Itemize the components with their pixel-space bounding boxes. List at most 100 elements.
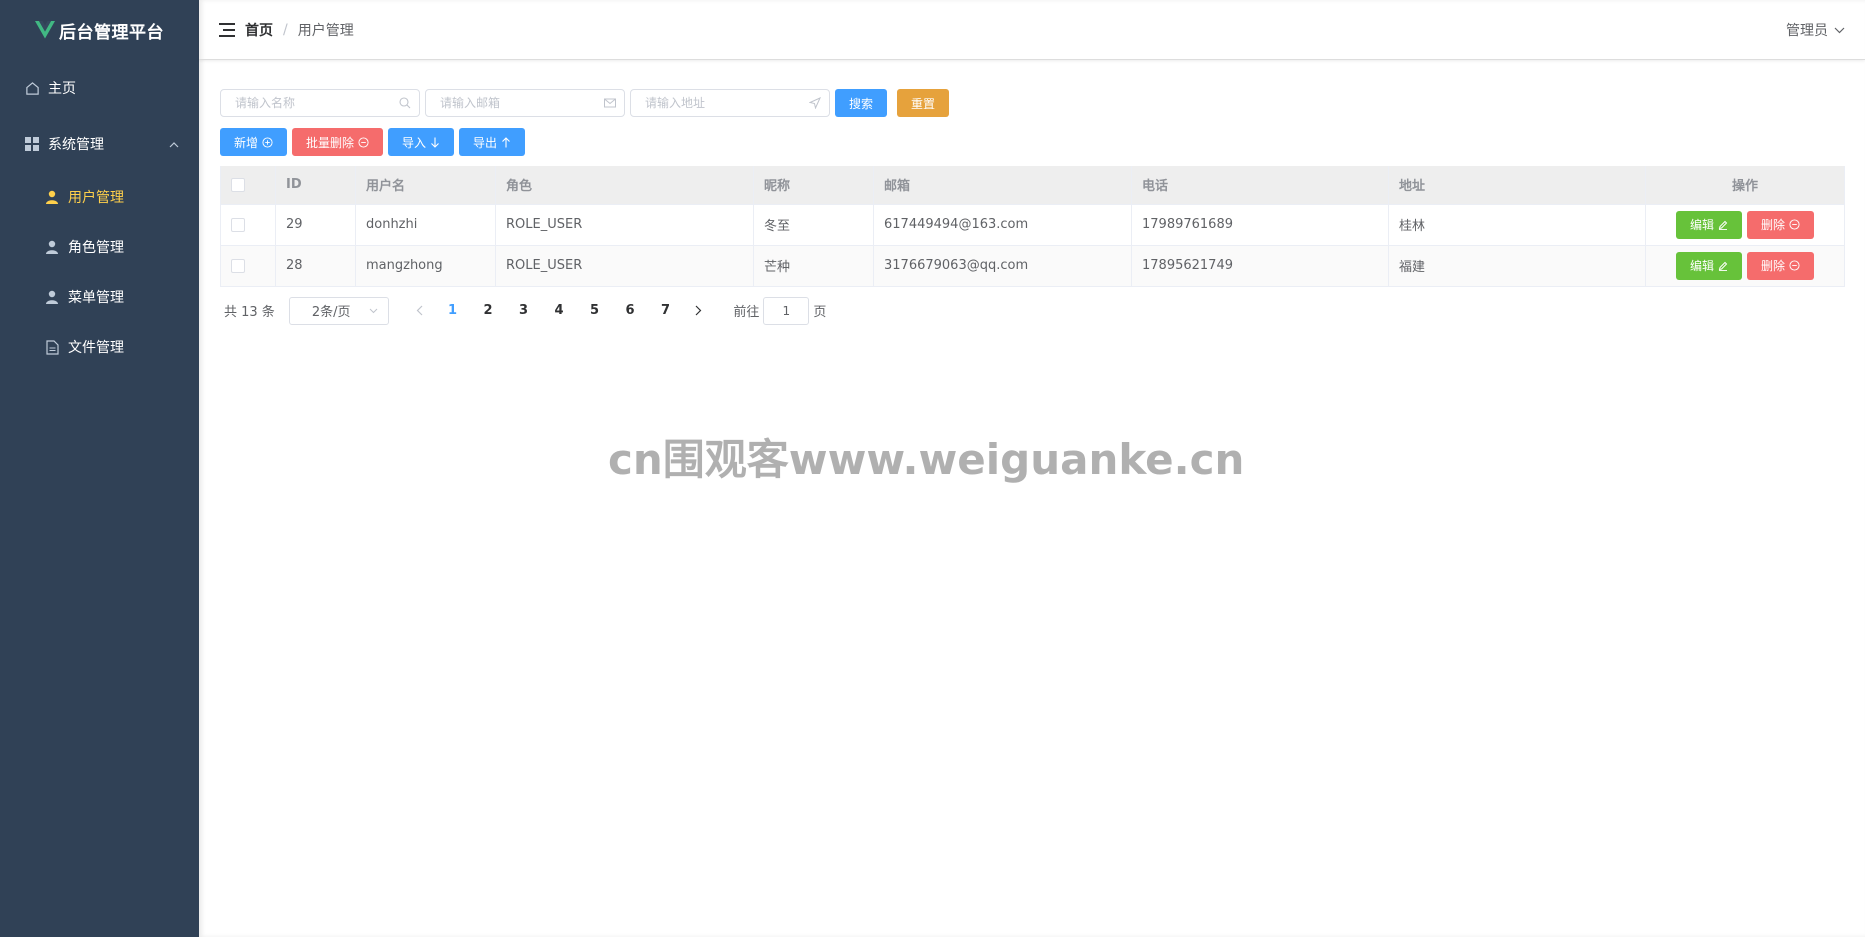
import-button[interactable]: 导入 xyxy=(388,128,455,156)
sidebar-item-home[interactable]: 主页 xyxy=(0,60,199,116)
cell-role: ROLE_USER xyxy=(495,245,754,287)
breadcrumb: 首页 / 用户管理 xyxy=(245,20,354,40)
sidebar-item-files-label: 文件管理 xyxy=(68,340,124,356)
page-number[interactable]: 3 xyxy=(506,297,542,325)
delete-button-label: 删除 xyxy=(1761,259,1786,273)
name-search-field xyxy=(220,89,420,117)
watermark: cn围观客www.weiguanke.cn xyxy=(608,435,1245,484)
user-icon xyxy=(44,289,60,305)
address-search-input[interactable] xyxy=(631,90,829,116)
edit-button-label: 编辑 xyxy=(1689,218,1714,232)
breadcrumb-current: 用户管理 xyxy=(297,22,354,39)
sidebar-item-roles-label: 角色管理 xyxy=(68,240,124,256)
cell-email: 617449494@163.com xyxy=(873,204,1132,246)
sidebar: 后台管理平台 主页 系统管理 用户管理 角色管理 菜单管理 文件管理 xyxy=(0,0,199,937)
sidebar-submenu-system[interactable]: 系统管理 xyxy=(0,116,199,172)
address-search-field xyxy=(630,89,830,117)
edit-button-label: 编辑 xyxy=(1689,259,1714,273)
sidebar-item-users[interactable]: 用户管理 xyxy=(0,172,199,222)
cell-username: mangzhong xyxy=(355,245,496,287)
export-button-label: 导出 xyxy=(473,135,498,150)
content: 搜索 重置 新增 批量删除 导入 导出 xyxy=(199,60,1865,325)
page-jump-input[interactable] xyxy=(763,296,810,325)
chevron-up-icon xyxy=(169,136,179,152)
arrow-up-icon xyxy=(502,136,510,147)
page-size-value: 2条/页 xyxy=(311,305,351,320)
page-number[interactable]: 7 xyxy=(648,297,684,325)
page-number[interactable]: 1 xyxy=(435,297,471,325)
chevron-left-icon xyxy=(416,305,423,316)
breadcrumb-separator: / xyxy=(283,21,288,38)
circle-minus-icon xyxy=(1789,219,1800,230)
column-header: 用户名 xyxy=(355,166,496,205)
logo: 后台管理平台 xyxy=(0,0,199,60)
vue-logo-icon xyxy=(35,21,55,39)
edit-button[interactable]: 编辑 xyxy=(1675,251,1742,280)
delete-button[interactable]: 删除 xyxy=(1747,251,1815,280)
user-dropdown[interactable]: 管理员 xyxy=(1786,20,1845,40)
page-number[interactable]: 4 xyxy=(541,297,577,325)
cell-address: 福建 xyxy=(1388,245,1646,287)
row-checkbox[interactable] xyxy=(231,217,245,232)
user-name: 管理员 xyxy=(1786,22,1828,39)
column-header: 角色 xyxy=(495,166,754,205)
cell-id: 29 xyxy=(275,204,356,246)
sidebar-item-users-label: 用户管理 xyxy=(68,190,124,206)
cell-role: ROLE_USER xyxy=(495,204,754,246)
breadcrumb-home[interactable]: 首页 xyxy=(245,20,273,40)
row-checkbox[interactable] xyxy=(231,258,245,273)
edit-button[interactable]: 编辑 xyxy=(1675,210,1742,239)
select-all-cell xyxy=(220,166,276,205)
top-header: 首页 / 用户管理 管理员 xyxy=(199,0,1865,60)
export-button[interactable]: 导出 xyxy=(459,128,526,156)
chevron-down-icon xyxy=(1834,22,1845,38)
user-icon xyxy=(44,239,60,255)
chevron-down-icon xyxy=(369,303,378,318)
jumper-suffix: 页 xyxy=(813,305,827,320)
cell-address: 桂林 xyxy=(1388,204,1646,246)
select-all-checkbox[interactable] xyxy=(231,177,245,192)
sidebar-item-home-label: 主页 xyxy=(48,81,76,97)
position-icon xyxy=(808,97,821,110)
cell-phone: 17989761689 xyxy=(1131,204,1389,246)
cell-username: donhzhi xyxy=(355,204,496,246)
document-icon xyxy=(44,339,60,355)
search-bar: 搜索 重置 xyxy=(220,88,1845,118)
grid-icon xyxy=(24,136,40,152)
edit-pencil-icon xyxy=(1718,220,1728,230)
search-button[interactable]: 搜索 xyxy=(835,89,888,117)
email-search-field xyxy=(425,89,625,117)
circle-minus-icon xyxy=(358,136,369,148)
sidebar-item-menus-label: 菜单管理 xyxy=(68,290,124,306)
action-toolbar: 新增 批量删除 导入 导出 xyxy=(220,128,1845,156)
batch-delete-button-label: 批量删除 xyxy=(306,135,355,150)
cell-email: 3176679063@qq.com xyxy=(873,245,1132,287)
page-size-select[interactable]: 2条/页 xyxy=(288,296,389,325)
user-table: ID 用户名 角色 昵称 邮箱 电话 地址 操作 29 donhzhi ROLE… xyxy=(220,166,1845,287)
prev-page-button[interactable] xyxy=(405,297,435,325)
page-number[interactable]: 5 xyxy=(577,297,613,325)
next-page-button[interactable] xyxy=(683,297,713,325)
message-icon xyxy=(604,97,616,109)
page-number[interactable]: 2 xyxy=(470,297,506,325)
page-number[interactable]: 6 xyxy=(612,297,648,325)
menu-fold-icon[interactable] xyxy=(219,22,235,37)
column-header: 电话 xyxy=(1131,166,1389,205)
table-row: 29 donhzhi ROLE_USER 冬至 617449494@163.co… xyxy=(220,204,1845,246)
search-icon xyxy=(399,97,411,109)
email-search-input[interactable] xyxy=(426,90,624,116)
sidebar-item-files[interactable]: 文件管理 xyxy=(0,322,199,372)
cell-nickname: 冬至 xyxy=(753,204,874,246)
name-search-input[interactable] xyxy=(221,90,419,116)
circle-minus-icon xyxy=(1789,260,1800,271)
chevron-right-icon xyxy=(695,305,702,316)
sidebar-item-menus[interactable]: 菜单管理 xyxy=(0,272,199,322)
reset-button[interactable]: 重置 xyxy=(897,89,950,117)
table-row: 28 mangzhong ROLE_USER 芒种 3176679063@qq.… xyxy=(220,245,1845,287)
add-button[interactable]: 新增 xyxy=(220,128,288,156)
batch-delete-button[interactable]: 批量删除 xyxy=(292,128,384,156)
sidebar-item-roles[interactable]: 角色管理 xyxy=(0,222,199,272)
delete-button[interactable]: 删除 xyxy=(1747,210,1815,239)
delete-button-label: 删除 xyxy=(1761,218,1786,232)
app-title: 后台管理平台 xyxy=(59,22,164,43)
